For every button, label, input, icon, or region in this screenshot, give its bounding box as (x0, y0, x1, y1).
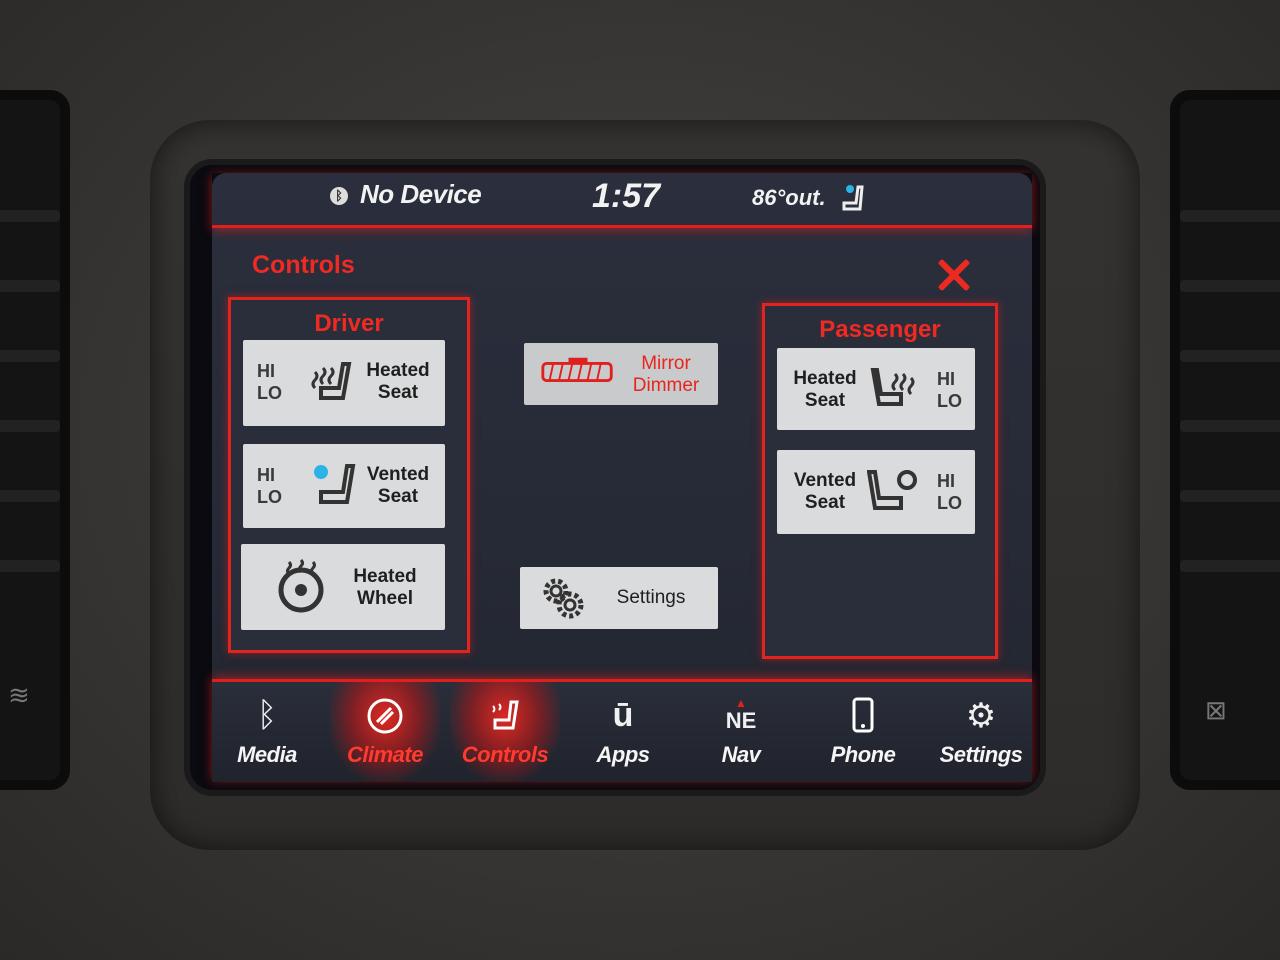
apps-icon: ū (612, 696, 634, 734)
vented-seat-label: Vented Seat (366, 464, 430, 507)
nav-climate[interactable]: Climate (330, 682, 440, 782)
heated-seat-icon (870, 368, 915, 406)
mirror-dimmer-label: Mirror Dimmer (632, 353, 700, 396)
passenger-title: Passenger (819, 316, 941, 343)
outside-temperature: 86°out. (752, 185, 826, 210)
heat-level-indicator: HI LO (257, 361, 282, 403)
recirculation-icon: ⊠ (1205, 695, 1227, 725)
gear-icon: ⚙ (965, 697, 997, 735)
nav-phone[interactable]: Phone (808, 682, 918, 782)
gear-icon (543, 578, 584, 619)
driver-title: Driver (314, 310, 384, 337)
vented-seat-status-icon (842, 185, 864, 211)
screen-content: ᛒ No Device 1:57 86°out. Controls Driver… (212, 173, 1032, 782)
heated-wheel-label: Heated Wheel (353, 566, 417, 609)
close-button[interactable] (934, 255, 974, 295)
passenger-panel: Passenger HeatedSeat HILO VentedSeat (762, 303, 998, 659)
vented-seat-icon (867, 470, 917, 510)
passenger-vented-seat-button[interactable]: Vented Seat HI LO (777, 450, 975, 534)
vented-seat-icon (314, 464, 356, 504)
heated-wheel-button[interactable]: Heated Wheel (241, 544, 445, 630)
climate-icon (330, 696, 440, 736)
vent-level-indicator: HI LO (937, 471, 962, 513)
vent-level-indicator: HI LO (257, 465, 282, 507)
clock: 1:57 (592, 177, 661, 215)
passenger-heated-seat-button[interactable]: Heated Seat HI LO (777, 348, 975, 430)
phone-icon (808, 696, 918, 736)
nav-settings[interactable]: ⚙ Settings (926, 682, 1036, 782)
heat-level-indicator: HI LO (937, 369, 962, 411)
heated-seat-icon (311, 362, 352, 400)
nav-controls[interactable]: Controls (450, 682, 560, 782)
driver-heated-seat-button[interactable]: HI LO Heated Seat (243, 340, 445, 426)
driver-panel: Driver HI LO Heated Seat HI LO Vented Se… (228, 297, 470, 653)
settings-button[interactable]: Settings (520, 567, 718, 629)
device-status: No Device (360, 179, 482, 209)
right-air-vent (1170, 90, 1280, 790)
bluetooth-icon: ᛒ (256, 696, 278, 734)
nav-media[interactable]: ᛒ Media (212, 682, 322, 782)
seat-controls-icon (450, 696, 560, 736)
status-bar: ᛒ No Device 1:57 86°out. (212, 173, 1032, 228)
infotainment-screen: ᛒ No Device 1:57 86°out. Controls Driver… (190, 165, 1040, 790)
nav-apps[interactable]: ū Apps (568, 682, 678, 782)
rear-defrost-icon: ≋ (8, 680, 30, 710)
bluetooth-icon: ᛒ (330, 187, 348, 205)
heated-steering-wheel-icon (278, 558, 324, 613)
heated-seat-label: Heated Seat (793, 368, 857, 411)
nav-nav[interactable]: ▲ NE Nav (686, 682, 796, 782)
mirror-dimmer-icon (541, 357, 613, 382)
settings-label: Settings (616, 587, 686, 608)
heated-seat-label: Heated Seat (366, 360, 430, 403)
vented-seat-label: Vented Seat (793, 470, 857, 513)
bottom-nav-bar: ᛒ Media Climate Controls ū Apps ▲ NE Nav… (212, 679, 1032, 782)
compass-icon: ▲ NE (725, 696, 757, 733)
driver-vented-seat-button[interactable]: HI LO Vented Seat (243, 444, 445, 528)
page-title: Controls (252, 251, 355, 279)
mirror-dimmer-button[interactable]: Mirror Dimmer (524, 343, 718, 405)
